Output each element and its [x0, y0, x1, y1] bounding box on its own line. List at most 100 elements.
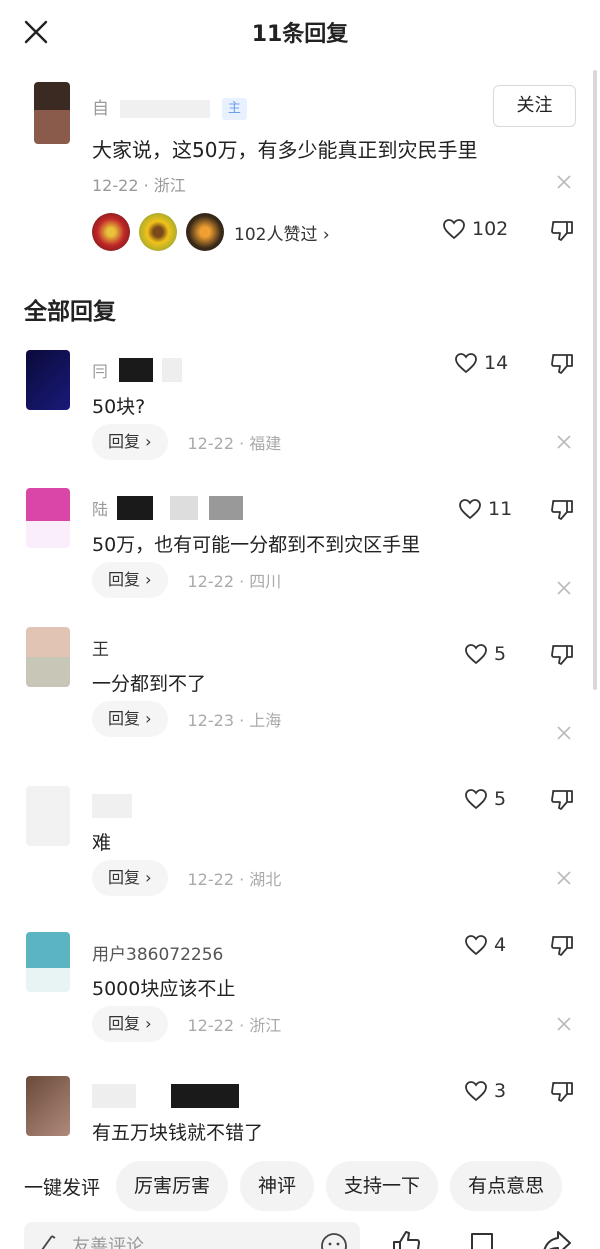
- follow-button[interactable]: 关注: [493, 85, 576, 127]
- share-icon[interactable]: [540, 1228, 572, 1249]
- like-button[interactable]: 14: [454, 352, 508, 374]
- heart-icon: [455, 353, 477, 374]
- reply-location: 湖北: [249, 870, 282, 889]
- thumbs-down-icon[interactable]: [550, 498, 574, 522]
- reply-location: 上海: [249, 711, 282, 730]
- reply-text: 一分都到不了: [92, 673, 207, 695]
- like-count: 11: [488, 498, 513, 520]
- thumbs-down-icon[interactable]: [550, 643, 574, 667]
- username[interactable]: 冃: [92, 358, 183, 382]
- reply-text: 难: [92, 832, 112, 854]
- heart-icon: [465, 644, 487, 665]
- author-tag: 主: [221, 98, 247, 120]
- username-blur: [209, 496, 244, 520]
- reply-button[interactable]: 回复 ›: [92, 424, 168, 460]
- username[interactable]: 陆: [92, 496, 244, 520]
- likers-link[interactable]: 102人赞过 ›: [234, 220, 330, 245]
- username-blur: [119, 358, 154, 382]
- username[interactable]: 自 主: [92, 94, 247, 120]
- thumbs-up-icon[interactable]: [390, 1228, 422, 1249]
- username-text: 冃: [92, 362, 109, 381]
- like-count: 4: [494, 934, 507, 956]
- x-icon[interactable]: [556, 725, 572, 741]
- bookmark-icon[interactable]: [466, 1228, 498, 1249]
- username[interactable]: [92, 1084, 240, 1108]
- bottom-bar: 友善评论: [0, 1222, 600, 1249]
- like-button[interactable]: 5: [464, 788, 506, 810]
- thumbs-down-icon[interactable]: [550, 934, 574, 958]
- username-text: 用户386072256: [92, 945, 224, 965]
- reply-button[interactable]: 回复 ›: [92, 860, 168, 896]
- heart-icon: [465, 1081, 487, 1102]
- quick-comment-chip[interactable]: 厉害厉害: [116, 1161, 229, 1211]
- reply-text: 5000块应该不止: [92, 978, 236, 1000]
- reply-actions: 回复 › 12-22 · 福建: [92, 424, 281, 460]
- comment-input[interactable]: 友善评论: [24, 1222, 360, 1249]
- thumbs-down-icon[interactable]: [550, 1080, 574, 1104]
- reply-text: 50万，也有可能一分都到不到灾区手里: [92, 534, 421, 556]
- avatar[interactable]: [26, 932, 70, 992]
- quick-comment-chip[interactable]: 有点意思: [450, 1161, 563, 1211]
- username-blur: [162, 358, 183, 382]
- username[interactable]: 王: [92, 635, 109, 660]
- liker-avatar: [139, 213, 178, 251]
- avatar[interactable]: [26, 786, 70, 846]
- like-button[interactable]: 5: [464, 643, 506, 665]
- like-count: 3: [494, 1080, 507, 1102]
- username-text: 陆: [92, 500, 109, 519]
- heart-icon: [459, 499, 481, 520]
- username-blur: [92, 794, 132, 818]
- x-icon[interactable]: [556, 870, 572, 886]
- pencil-icon: [41, 1235, 56, 1249]
- quick-comment-chip[interactable]: 神评: [240, 1161, 315, 1211]
- quick-comment-chip[interactable]: 支持一下: [326, 1161, 439, 1211]
- reply-button[interactable]: 回复 ›: [92, 701, 168, 737]
- reply-meta: 12-22 · 四川: [187, 572, 282, 591]
- like-count: 5: [494, 788, 507, 810]
- quick-comment-label: 一键发评: [24, 1176, 101, 1199]
- reply-button[interactable]: 回复 ›: [92, 562, 168, 598]
- liker-avatars[interactable]: [92, 213, 228, 253]
- x-icon[interactable]: [556, 174, 572, 190]
- emoji-icon[interactable]: [320, 1232, 348, 1249]
- avatar[interactable]: [34, 82, 70, 144]
- like-button[interactable]: 3: [464, 1080, 506, 1102]
- reply-button[interactable]: 回复 ›: [92, 1006, 168, 1042]
- reply-meta: 12-22 · 浙江: [187, 1016, 282, 1035]
- like-count: 102: [472, 218, 509, 240]
- username-blur: [120, 100, 211, 118]
- avatar[interactable]: [26, 350, 70, 410]
- x-icon[interactable]: [556, 434, 572, 450]
- reply-actions: 回复 › 12-22 · 四川: [92, 562, 281, 598]
- like-button[interactable]: 11: [458, 498, 512, 520]
- reply-location: 四川: [249, 572, 282, 591]
- x-icon[interactable]: [556, 1016, 572, 1032]
- thumbs-down-icon[interactable]: [550, 352, 574, 376]
- liker-avatar: [186, 213, 225, 251]
- like-count: 5: [494, 643, 507, 665]
- reply-date: 12-22: [187, 434, 235, 453]
- avatar[interactable]: [26, 1076, 70, 1136]
- thumbs-down-icon[interactable]: [550, 219, 574, 243]
- reply-meta: 12-22 · 福建: [187, 434, 282, 453]
- username-text: 王: [92, 640, 109, 660]
- reply-date: 12-22: [187, 572, 235, 591]
- reply-actions: 回复 › 12-22 · 浙江: [92, 1006, 281, 1042]
- avatar[interactable]: [26, 627, 70, 687]
- reply-location: 浙江: [249, 1016, 282, 1035]
- like-button[interactable]: 4: [464, 934, 506, 956]
- like-count: 14: [484, 352, 509, 374]
- reply-date: 12-22: [187, 870, 235, 889]
- thumbs-down-icon[interactable]: [550, 788, 574, 812]
- reply-date: 12-22: [187, 1016, 235, 1035]
- header: 11条回复: [0, 0, 600, 64]
- page-title: 11条回复: [251, 22, 349, 47]
- like-button[interactable]: 102: [442, 218, 508, 240]
- username-blur: [117, 496, 154, 520]
- avatar[interactable]: [26, 488, 70, 548]
- username[interactable]: 用户386072256: [92, 940, 224, 965]
- x-icon[interactable]: [556, 580, 572, 596]
- comment-placeholder: 友善评论: [72, 1236, 144, 1249]
- reply-actions: 回复 › 12-22 · 湖北: [92, 860, 281, 896]
- username[interactable]: [92, 794, 132, 818]
